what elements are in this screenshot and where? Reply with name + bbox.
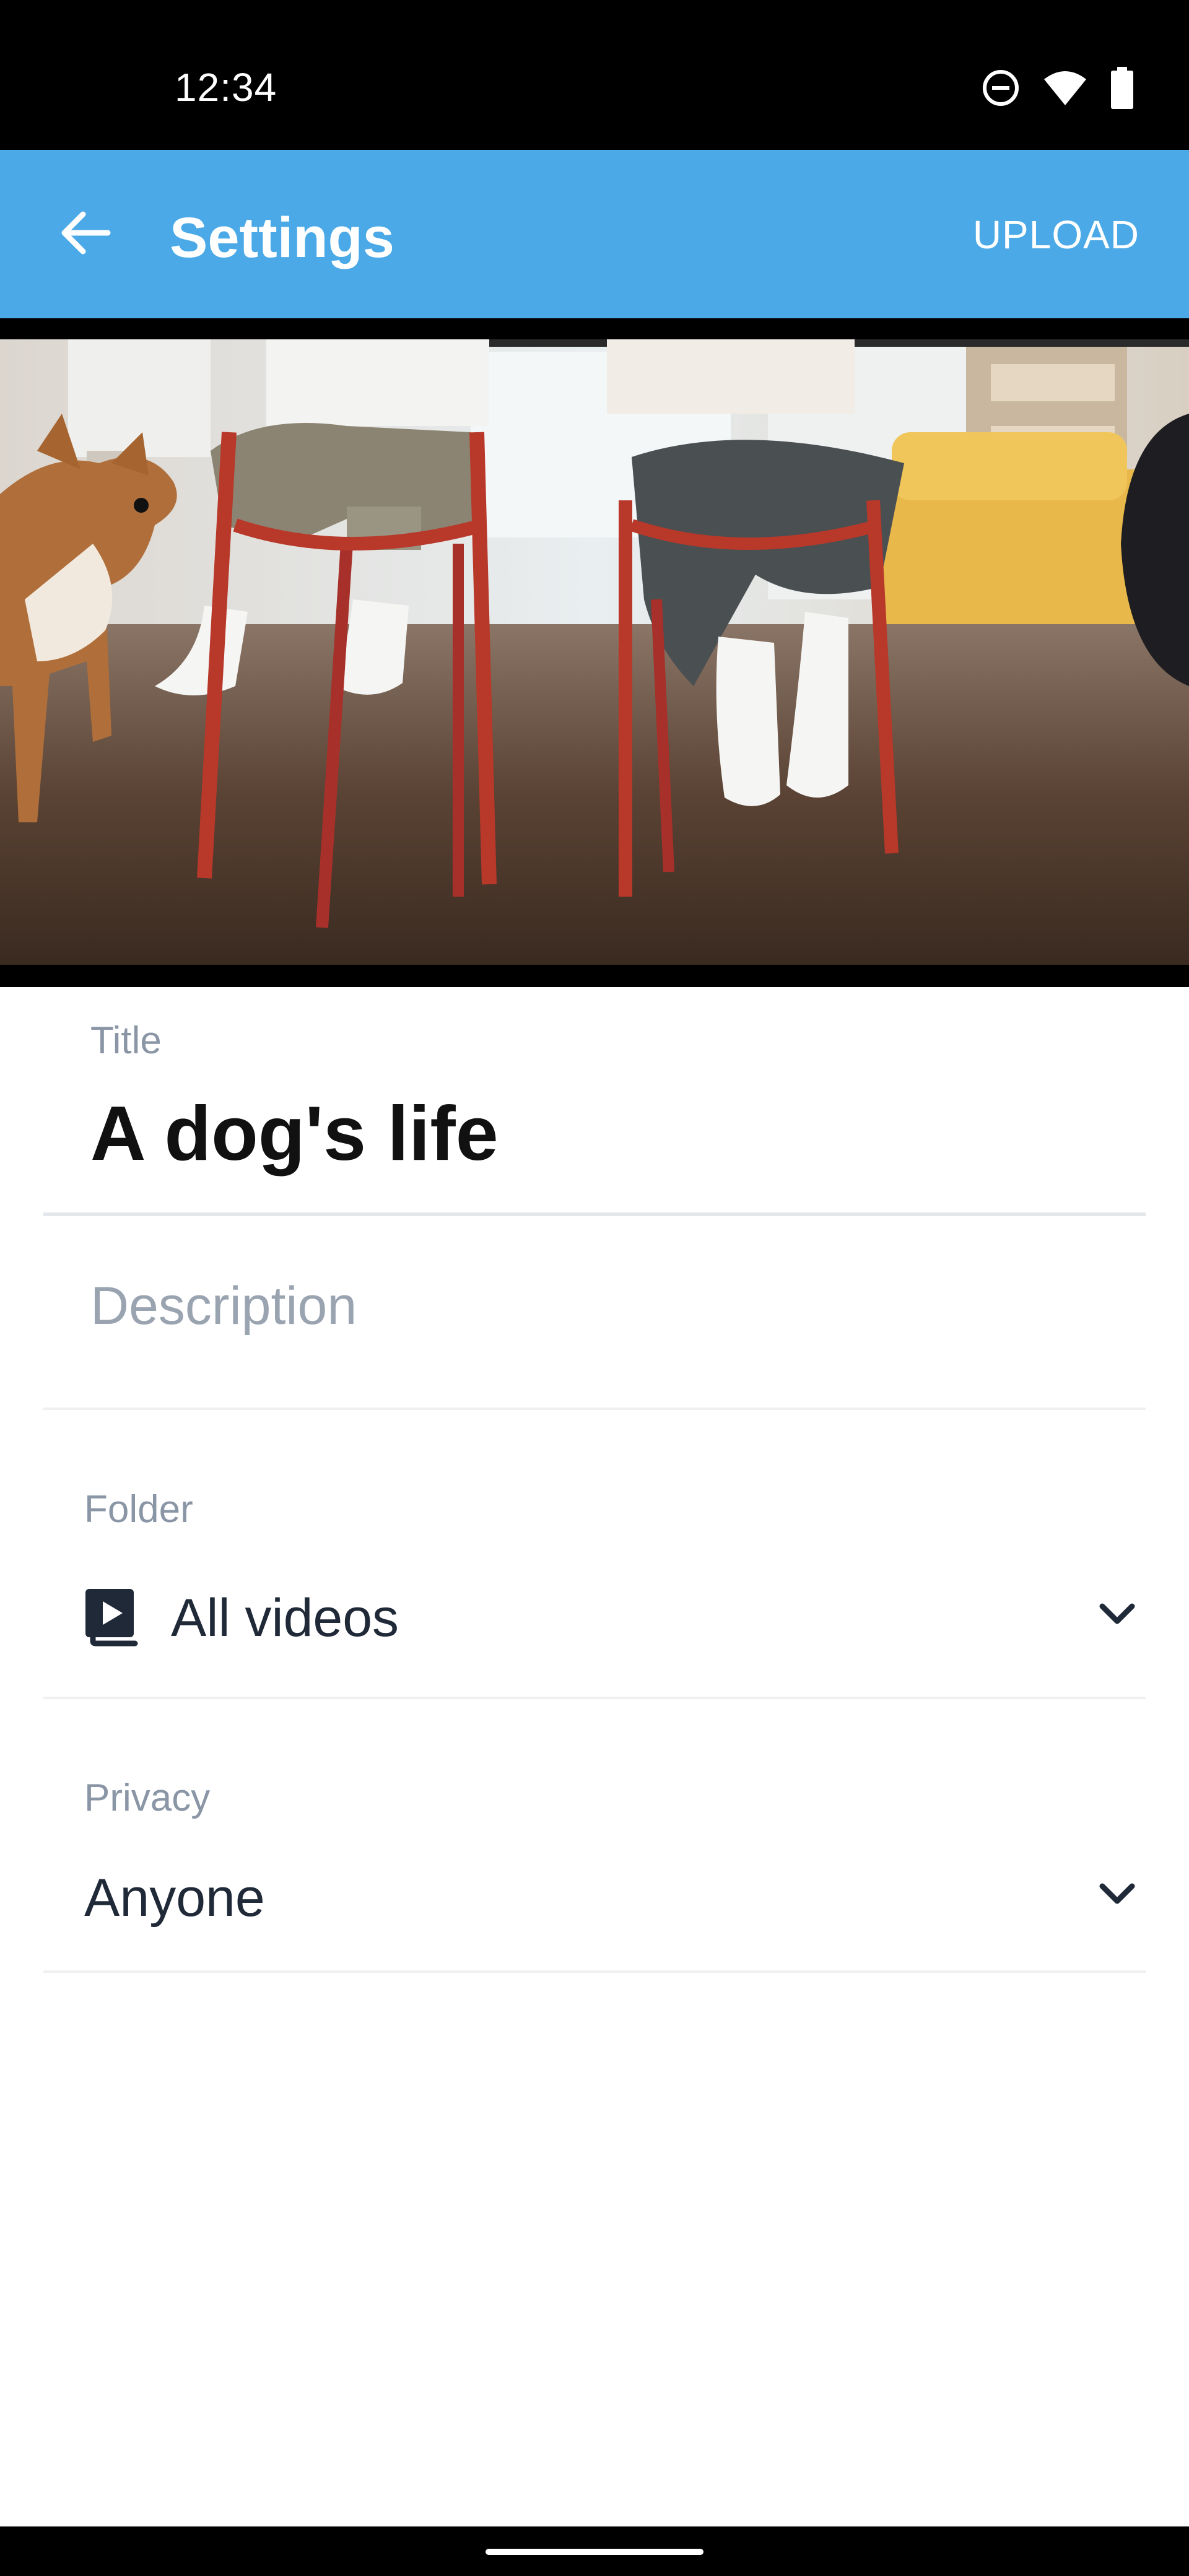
- back-button[interactable]: [48, 197, 123, 271]
- folder-value: All videos: [171, 1588, 399, 1648]
- folder-select[interactable]: All videos: [84, 1573, 1137, 1660]
- title-input[interactable]: A dog's life: [90, 1090, 499, 1178]
- battery-icon: [1110, 67, 1135, 109]
- title-label: Title: [90, 1019, 162, 1062]
- privacy-select[interactable]: Anyone: [84, 1853, 1137, 1939]
- video-thumbnail: [0, 339, 1189, 965]
- chevron-down-icon: [1097, 1880, 1137, 1913]
- status-bar: 12:34: [0, 0, 1189, 150]
- chevron-down-icon: [1097, 1600, 1137, 1633]
- upload-button[interactable]: UPLOAD: [973, 212, 1139, 258]
- privacy-value: Anyone: [84, 1868, 265, 1928]
- navigation-bar: [0, 2526, 1189, 2576]
- upload-settings-screen: 12:34 Settings UPLOAD Title A dog's life…: [0, 0, 1189, 2576]
- description-input[interactable]: [90, 1276, 1081, 1337]
- app-bar: Settings UPLOAD: [0, 150, 1189, 318]
- title-divider: [43, 1212, 1146, 1216]
- arrow-back-icon: [58, 206, 113, 263]
- status-icons: [981, 67, 1135, 109]
- do-not-disturb-icon: [981, 68, 1021, 108]
- privacy-label: Privacy: [84, 1777, 211, 1819]
- status-time: 12:34: [175, 65, 277, 110]
- video-library-icon: [84, 1586, 146, 1651]
- video-preview[interactable]: [0, 318, 1189, 987]
- privacy-divider: [43, 1970, 1146, 1973]
- page-title: Settings: [170, 206, 394, 269]
- wifi-icon: [1043, 69, 1087, 107]
- home-gesture-handle[interactable]: [486, 2549, 703, 2555]
- folder-divider: [43, 1697, 1146, 1699]
- description-divider: [43, 1408, 1146, 1410]
- folder-label: Folder: [84, 1488, 193, 1531]
